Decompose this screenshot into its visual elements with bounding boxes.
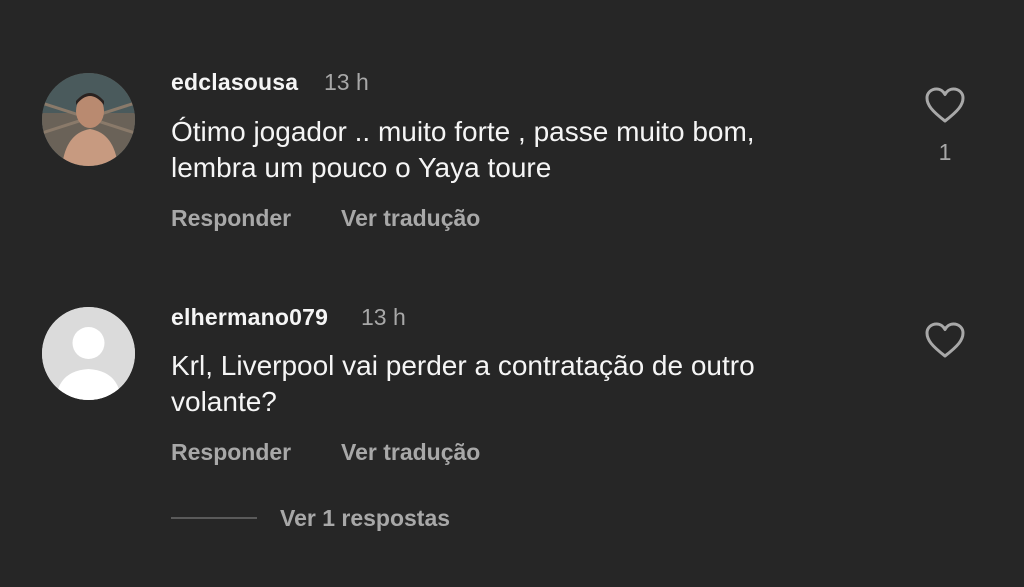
view-replies-button[interactable]: Ver 1 respostas [280,505,450,532]
reply-button[interactable]: Responder [171,439,291,466]
replies-divider [171,517,257,519]
avatar[interactable] [42,73,135,166]
comment-text-line: Krl, Liverpool vai perder a contratação … [171,350,755,381]
avatar[interactable] [42,307,135,400]
comment-text: Krl, Liverpool vai perder a contratação … [171,348,871,420]
comment-username[interactable]: edclasousa [171,69,298,96]
comment-username[interactable]: elhermano079 [171,304,328,331]
comment-text-line: Ótimo jogador .. muito forte , passe mui… [171,116,755,147]
comment-timestamp: 13 h [361,304,406,330]
comment-text-line: lembra um pouco o Yaya toure [171,152,552,183]
translate-button[interactable]: Ver tradução [341,439,480,466]
heart-outline-icon[interactable] [924,321,966,359]
comment-timestamp: 13 h [324,69,369,95]
avatar-photo-icon [42,73,135,166]
like-count: 1 [938,139,952,165]
heart-outline-icon[interactable] [924,86,966,124]
comment-text: Ótimo jogador .. muito forte , passe mui… [171,114,871,186]
reply-button[interactable]: Responder [171,205,291,232]
default-avatar-icon [42,307,135,400]
translate-button[interactable]: Ver tradução [341,205,480,232]
comment-text-line: volante? [171,386,277,417]
